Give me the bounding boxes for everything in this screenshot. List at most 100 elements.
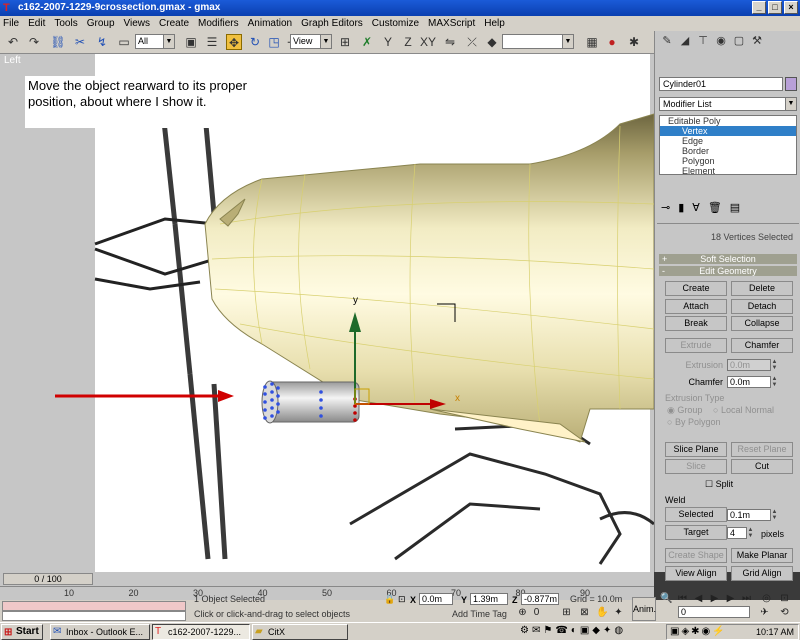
undo-icon[interactable]: ↶ [5, 34, 21, 50]
slice-plane-button[interactable]: Slice Plane [665, 442, 727, 457]
menu-maxscript[interactable]: MAXScript [428, 18, 475, 29]
named-selection-dropdown[interactable]: ▼ [502, 34, 574, 49]
use-pivot-center-icon[interactable]: ⊞ [337, 34, 353, 50]
reference-coordinate-dropdown[interactable]: View ▼ [290, 34, 332, 49]
minimize-button[interactable]: _ [752, 1, 766, 14]
stack-item-element[interactable]: Element [660, 166, 796, 176]
time-slider[interactable]: 0 / 100 [0, 572, 654, 586]
detach-button[interactable]: Detach [731, 299, 793, 314]
menu-views[interactable]: Views [124, 18, 151, 29]
x-coordinate-field[interactable]: 0.0m [419, 593, 453, 605]
object-name-field[interactable]: Cylinder01 [659, 77, 783, 91]
menu-create[interactable]: Create [159, 18, 189, 29]
modifier-list-dropdown[interactable]: Modifier List ▼ [659, 97, 797, 111]
weld-target-spinner[interactable]: 4 ▲ ▼ [727, 527, 753, 539]
z-coordinate-field[interactable]: -0.877m [521, 593, 559, 605]
animate-button[interactable]: Anim. [632, 597, 656, 621]
zoom-extents-icon[interactable]: ⊠ [578, 607, 591, 619]
stack-item-polygon[interactable]: Polygon [660, 156, 796, 166]
key-mode-icon[interactable]: ⊕ [516, 607, 529, 619]
clock[interactable]: 10:17 AM [756, 627, 794, 637]
radio-by-polygon[interactable]: ○ By Polygon [667, 416, 720, 428]
restrict-plane-xy-icon[interactable]: XY [420, 34, 436, 50]
stack-item-border[interactable]: Border [660, 146, 796, 156]
render-teapot-icon[interactable]: ● [604, 34, 620, 50]
chamfer-button[interactable]: Chamfer [731, 338, 793, 353]
delete-button[interactable]: Delete [731, 281, 793, 296]
menu-file[interactable]: File [3, 18, 19, 29]
grid-align-button[interactable]: Grid Align [731, 566, 793, 581]
bind-space-warp-icon[interactable]: ↯ [94, 34, 110, 50]
stack-item-edge[interactable]: Edge [660, 136, 796, 146]
weld-target-button[interactable]: Target [665, 525, 727, 540]
select-and-scale-icon[interactable]: ◳ [266, 34, 282, 50]
object-color-swatch[interactable] [785, 77, 797, 91]
extrusion-spinner[interactable]: 0.0m ▲ ▼ [727, 359, 777, 371]
pin-stack-icon[interactable]: ⊸ [661, 201, 670, 214]
arc-rotate-icon[interactable]: ✦ [612, 607, 625, 619]
taskbar-item-citx[interactable]: ▰ CitX [252, 624, 348, 640]
quick-launch-icon[interactable]: ◐ [571, 625, 577, 636]
stack-item-vertex[interactable]: Vertex [660, 126, 796, 136]
start-button[interactable]: ⊞ Start [1, 624, 43, 640]
quick-launch-icon[interactable]: ⚙ [520, 625, 529, 636]
select-object-icon[interactable]: ▣ [183, 34, 199, 50]
snap-icon[interactable]: ◆ [484, 34, 500, 50]
menu-help[interactable]: Help [484, 18, 505, 29]
edit-geometry-rollout[interactable]: - Edit Geometry [659, 266, 797, 276]
maxscript-listener-white[interactable] [2, 611, 186, 621]
goto-start-icon[interactable]: ⏮ [676, 593, 689, 605]
time-config-icon[interactable]: ⊞ [560, 607, 573, 619]
display-tab-icon[interactable]: ▢ [731, 33, 747, 49]
split-checkbox[interactable]: ☐ Split [705, 478, 733, 490]
select-and-move-icon[interactable]: ✥ [226, 34, 242, 50]
frame-field[interactable]: 0 [530, 607, 543, 619]
maximize-button[interactable]: □ [768, 1, 782, 14]
cylinder-object[interactable] [261, 380, 360, 424]
walkthrough-icon[interactable]: ✈ [758, 607, 771, 619]
menu-tools[interactable]: Tools [54, 18, 77, 29]
quick-launch-icon[interactable]: ✦ [603, 625, 611, 636]
quick-launch-icon[interactable]: ◍ [614, 625, 623, 636]
chamfer-spinner[interactable]: 0.0m ▲ ▼ [727, 376, 777, 388]
reset-plane-button[interactable]: Reset Plane [731, 442, 793, 457]
configure-modifier-sets-icon[interactable]: ▤ [730, 201, 740, 214]
select-and-rotate-icon[interactable]: ↻ [247, 34, 263, 50]
quick-launch-icon[interactable]: ▣ [580, 625, 589, 636]
menu-animation[interactable]: Animation [248, 18, 292, 29]
menu-customize[interactable]: Customize [372, 18, 419, 29]
pan-icon[interactable]: ✋ [596, 607, 609, 619]
stack-item-editable-poly[interactable]: Editable Poly [660, 116, 796, 126]
show-end-result-icon[interactable]: ▮ [678, 201, 684, 214]
taskbar-item-gmax[interactable]: Tc162-2007-1229... [152, 624, 250, 640]
select-region-icon[interactable]: ▭ [116, 34, 132, 50]
current-frame-field[interactable]: 0 [678, 606, 750, 618]
soft-selection-rollout[interactable]: + Soft Selection [659, 254, 797, 264]
break-button[interactable]: Break [665, 316, 727, 331]
menu-edit[interactable]: Edit [28, 18, 45, 29]
play-icon[interactable]: ▶ [708, 593, 721, 605]
maximize-viewport-icon[interactable]: ⊡ [778, 593, 791, 605]
select-link-icon[interactable]: ⛓ [50, 34, 66, 50]
menu-group[interactable]: Group [87, 18, 115, 29]
tray-icons[interactable]: ▣◈✱◉⚡ [670, 626, 727, 637]
motion-tab-icon[interactable]: ◉ [713, 33, 729, 49]
make-planar-button[interactable]: Make Planar [731, 548, 793, 563]
menu-graph-editors[interactable]: Graph Editors [301, 18, 363, 29]
radio-local-normal[interactable]: ○ Local Normal [713, 404, 774, 416]
slice-button[interactable]: Slice [665, 459, 727, 474]
restrict-axis-x-icon[interactable]: ✗ [359, 34, 375, 50]
zoom-icon[interactable]: 🔍 [660, 593, 673, 605]
add-time-tag[interactable]: Add Time Tag [452, 609, 507, 619]
weld-selected-button[interactable]: Selected [665, 507, 727, 522]
selection-filter-dropdown[interactable]: All ▼ [135, 34, 175, 49]
quick-launch-icon[interactable]: ◆ [592, 625, 600, 636]
restrict-axis-y-icon[interactable]: Y [380, 34, 396, 50]
weld-threshold-spinner[interactable]: 0.1m ▲ ▼ [727, 509, 777, 521]
view-align-button[interactable]: View Align [665, 566, 727, 581]
select-by-name-icon[interactable]: ☰ [204, 34, 220, 50]
lock-selection-icon[interactable]: 🔒 [384, 594, 395, 605]
absolute-mode-icon[interactable]: ⊡ [398, 594, 406, 605]
make-unique-icon[interactable]: ∀ [692, 201, 700, 214]
y-coordinate-field[interactable]: 1.39m [470, 593, 508, 605]
